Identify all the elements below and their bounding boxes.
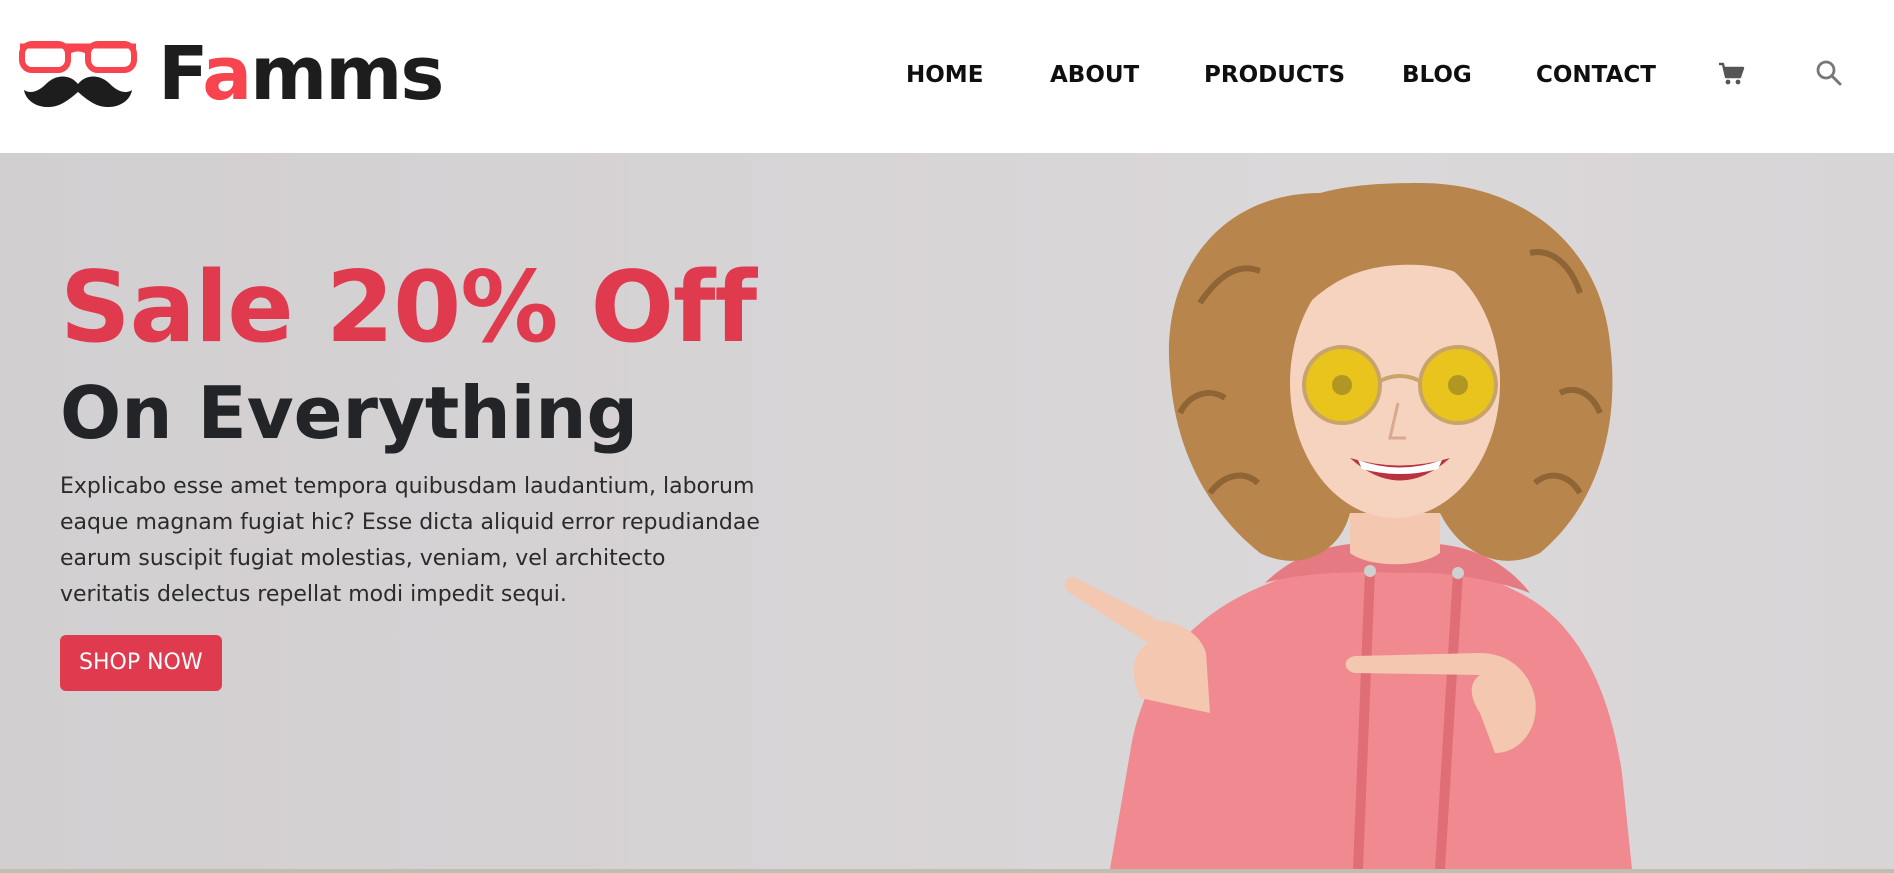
- site-header: Famms HOME ABOUT PRODUCTS BLOG CONTACT: [0, 0, 1894, 153]
- hero-banner: Sale 20% Off On Everything Explicabo ess…: [0, 153, 1894, 869]
- brand-name-suffix: mms: [250, 31, 444, 117]
- hero-subtitle: On Everything: [60, 371, 639, 455]
- nav-item-home[interactable]: HOME: [906, 57, 983, 93]
- shop-now-button[interactable]: SHOP NOW: [60, 635, 222, 691]
- brand-name: Famms: [158, 31, 444, 117]
- hero-model-image: [1064, 183, 1632, 869]
- brand-logo[interactable]: Famms: [16, 34, 444, 114]
- hero-bottom-divider: [0, 869, 1894, 873]
- brand-name-prefix: F: [158, 31, 204, 117]
- nav-item-about[interactable]: ABOUT: [1050, 57, 1139, 93]
- nav-item-contact[interactable]: CONTACT: [1536, 57, 1656, 93]
- brand-name-accent: a: [202, 31, 252, 117]
- glasses-mustache-logo-icon: [19, 41, 137, 108]
- hero-text-block: Sale 20% Off On Everything Explicabo ess…: [60, 253, 760, 691]
- hero-title: Sale 20% Off: [60, 251, 757, 365]
- nav-item-products[interactable]: PRODUCTS: [1204, 57, 1345, 93]
- hero-description: Explicabo esse amet tempora quibusdam la…: [60, 474, 760, 607]
- search-icon[interactable]: [1814, 58, 1844, 88]
- nav-item-blog[interactable]: BLOG: [1402, 57, 1472, 93]
- cart-icon[interactable]: [1716, 58, 1746, 88]
